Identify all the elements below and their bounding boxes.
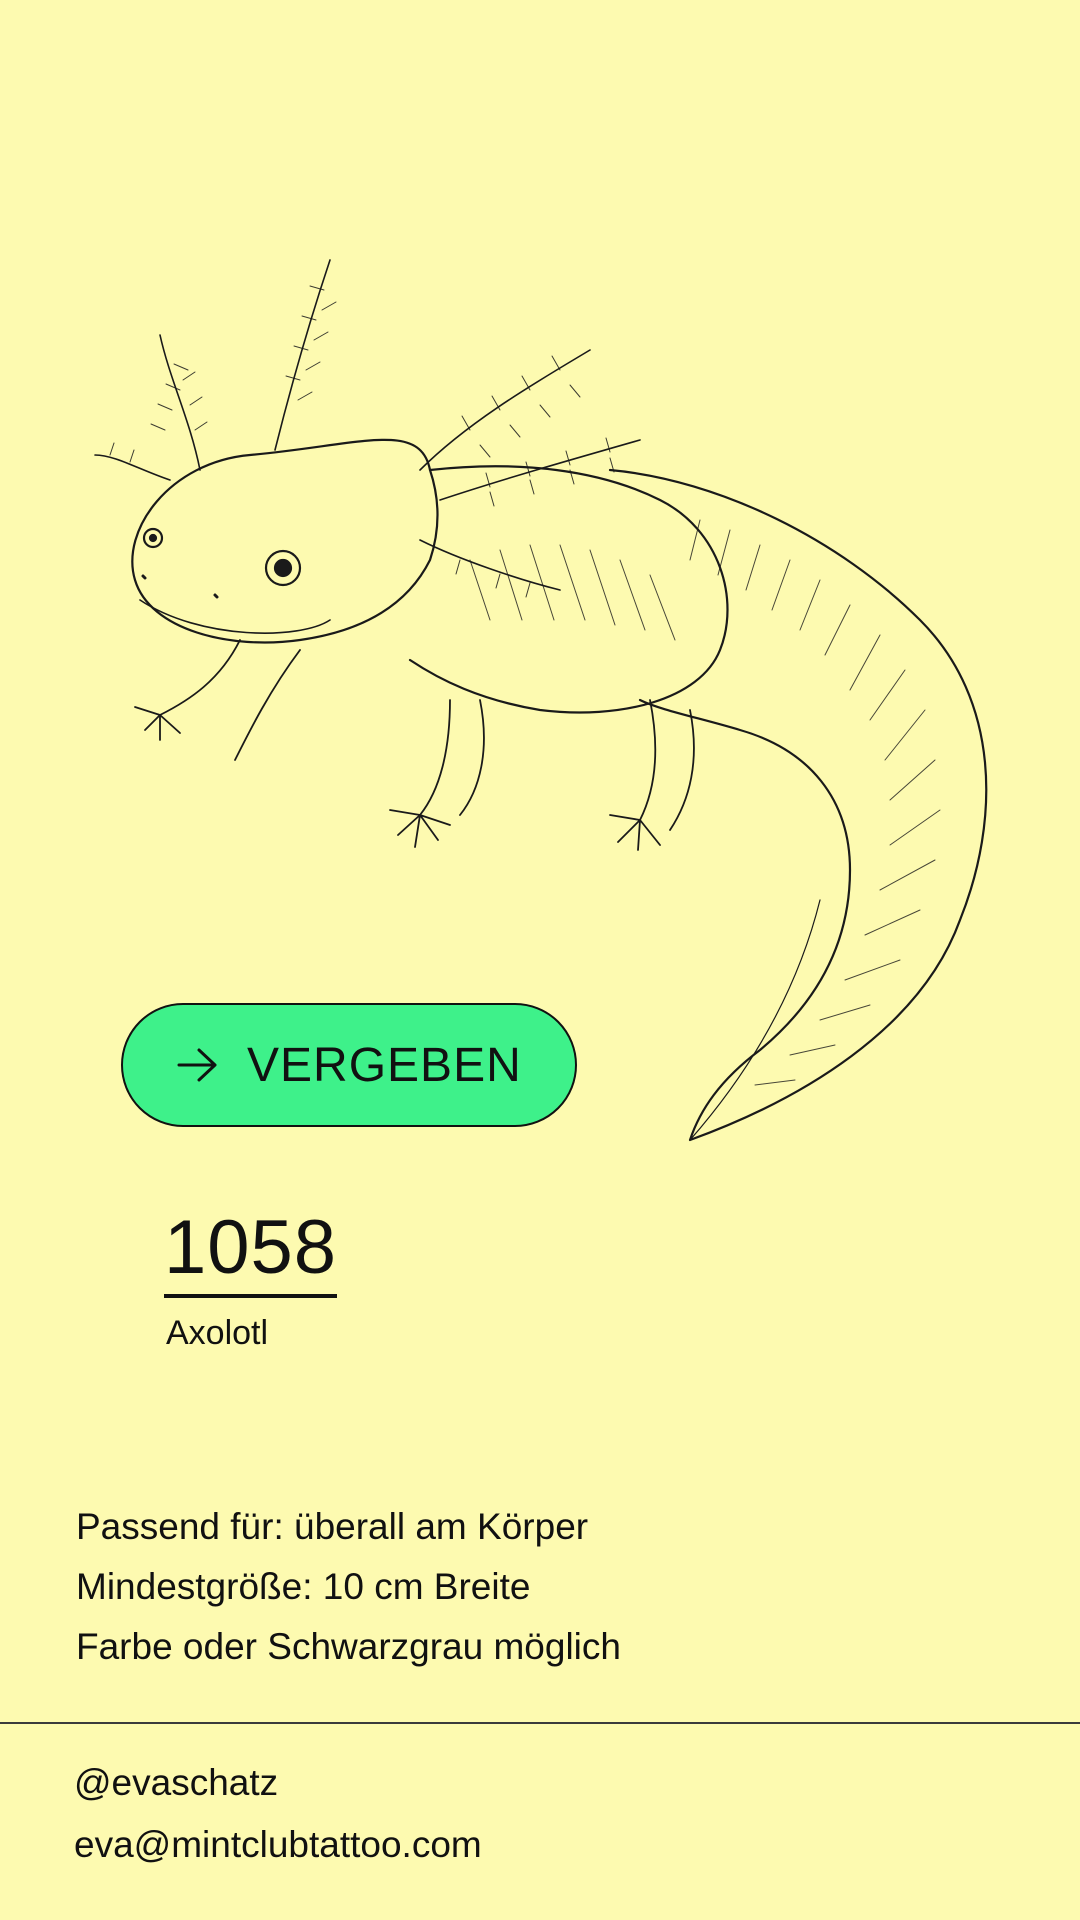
status-button-label: VERGEBEN xyxy=(247,1038,522,1092)
detail-min-size: Mindestgröße: 10 cm Breite xyxy=(76,1566,531,1607)
contact-info: @evaschatz eva@mintclubtattoo.com xyxy=(74,1752,482,1876)
detail-color-options: Farbe oder Schwarzgrau möglich xyxy=(76,1626,621,1667)
design-name: Axolotl xyxy=(166,1314,269,1352)
footer-divider xyxy=(0,1722,1080,1724)
axolotl-illustration xyxy=(94,259,988,1142)
design-number: 1058 xyxy=(164,1208,338,1298)
detail-placement: Passend für: überall am Körper xyxy=(76,1506,589,1547)
design-details: Passend für: überall am Körper Mindestgr… xyxy=(76,1497,621,1677)
email-link[interactable]: eva@mintclubtattoo.com xyxy=(74,1814,482,1876)
arrow-right-icon xyxy=(177,1048,217,1082)
instagram-handle-link[interactable]: @evaschatz xyxy=(74,1752,482,1814)
vergeben-status-button[interactable]: VERGEBEN xyxy=(121,1003,577,1127)
